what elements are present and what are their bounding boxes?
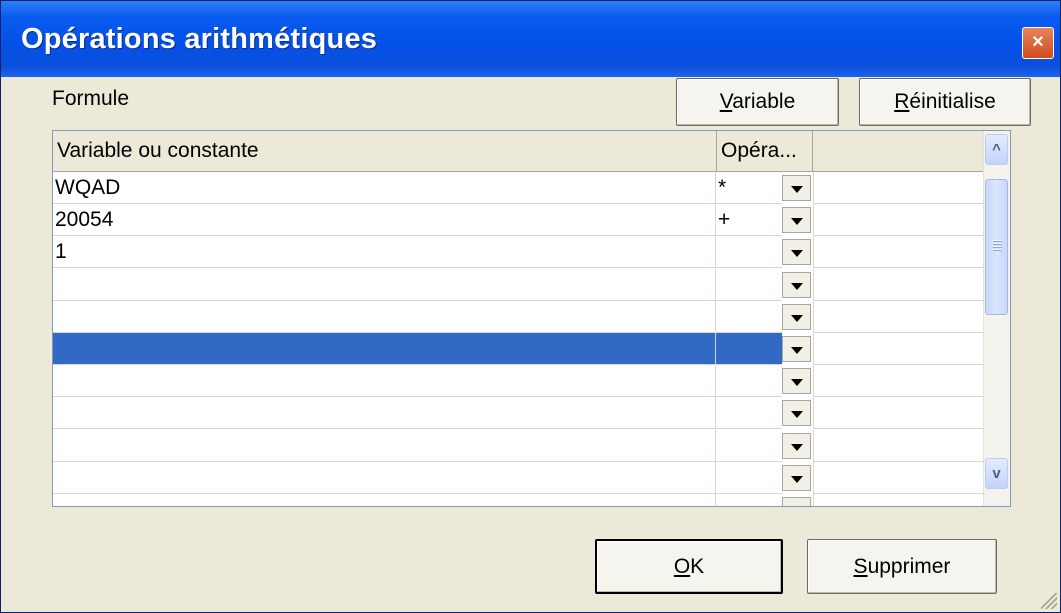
extra-cell: [813, 268, 986, 301]
grip-icon: [993, 240, 1002, 252]
formule-label: Formule: [52, 87, 130, 110]
column-header-variable[interactable]: Variable ou constante: [53, 131, 717, 172]
variable-cell[interactable]: [53, 494, 716, 506]
extra-cell: [813, 300, 986, 333]
variable-button[interactable]: Variable: [676, 78, 839, 126]
variable-cell[interactable]: [53, 268, 716, 301]
variable-cell[interactable]: [53, 333, 716, 365]
extra-cell: [813, 236, 986, 269]
operation-dropdown-button[interactable]: [782, 239, 811, 266]
operation-dropdown-button[interactable]: [782, 400, 811, 427]
extra-cell: [813, 204, 986, 237]
operation-dropdown-button[interactable]: [782, 336, 811, 362]
variable-cell[interactable]: [53, 461, 716, 494]
ok-button[interactable]: OK: [595, 539, 783, 594]
operation-dropdown-button[interactable]: [782, 432, 811, 459]
scroll-up-button[interactable]: ^: [985, 134, 1008, 165]
scroll-down-button[interactable]: v: [985, 458, 1008, 489]
variable-cell[interactable]: [53, 429, 716, 462]
table-row[interactable]: 20054 +: [53, 204, 986, 237]
operation-cell[interactable]: [716, 365, 782, 398]
variable-cell[interactable]: 20054: [53, 204, 716, 237]
formula-grid[interactable]: Variable ou constante Opéra... WQAD * 2005…: [52, 130, 1011, 507]
operation-dropdown-button[interactable]: [782, 464, 811, 491]
chevron-up-icon: ^: [992, 141, 1001, 158]
window-title: Opérations arithmétiques: [21, 23, 378, 55]
table-row[interactable]: [53, 333, 986, 365]
variable-cell[interactable]: WQAD: [53, 172, 716, 204]
scroll-thumb[interactable]: [985, 179, 1008, 315]
operation-cell[interactable]: [716, 430, 782, 462]
extra-cell: [813, 333, 986, 365]
variable-cell[interactable]: [53, 365, 716, 398]
reinitialise-label: éinitialise: [909, 90, 996, 113]
operation-dropdown-button[interactable]: [782, 271, 811, 298]
extra-cell: [813, 172, 986, 204]
resize-grip-icon[interactable]: [1041, 593, 1057, 609]
title-bar[interactable]: Opérations arithmétiques ×: [1, 1, 1060, 77]
table-row[interactable]: [53, 429, 986, 462]
table-row[interactable]: [53, 397, 986, 430]
table-row[interactable]: [53, 268, 986, 301]
variable-cell[interactable]: [53, 397, 716, 430]
table-row[interactable]: [53, 365, 986, 398]
operation-cell[interactable]: [716, 269, 782, 301]
supprimer-button[interactable]: Supprimer: [807, 539, 997, 594]
extra-cell: [813, 494, 986, 506]
extra-cell: [813, 397, 986, 430]
vertical-scrollbar[interactable]: ^ v: [983, 131, 1010, 506]
operation-dropdown-button[interactable]: [782, 497, 811, 506]
operation-cell[interactable]: [716, 462, 782, 494]
close-button[interactable]: ×: [1022, 27, 1054, 59]
operation-cell[interactable]: [716, 494, 782, 506]
operation-dropdown-button[interactable]: [782, 303, 811, 330]
reinitialise-mnemonic: R: [894, 90, 910, 113]
operation-cell[interactable]: +: [716, 204, 782, 237]
supprimer-label: upprimer: [867, 555, 951, 578]
extra-cell: [813, 429, 986, 462]
column-header-empty: [813, 131, 986, 172]
operation-cell[interactable]: [716, 333, 782, 365]
extra-cell: [813, 365, 986, 398]
ok-mnemonic: O: [673, 555, 691, 578]
variable-cell[interactable]: [53, 300, 716, 333]
operation-cell[interactable]: [716, 397, 782, 430]
dialog-window: Opérations arithmétiques × Formule Varia…: [0, 0, 1061, 613]
operation-cell[interactable]: *: [716, 172, 782, 204]
variable-cell[interactable]: 1: [53, 236, 716, 269]
operation-dropdown-button[interactable]: [782, 207, 811, 234]
variable-label: ariable: [732, 90, 796, 113]
table-row[interactable]: WQAD *: [53, 172, 986, 204]
variable-mnemonic: V: [719, 90, 733, 113]
extra-cell: [813, 461, 986, 494]
table-row[interactable]: [53, 300, 986, 333]
table-row[interactable]: 1: [53, 236, 986, 269]
operation-cell[interactable]: [716, 236, 782, 269]
column-header-operation[interactable]: Opéra...: [717, 131, 813, 172]
chevron-down-icon: v: [992, 465, 1001, 482]
supprimer-mnemonic: S: [853, 555, 868, 578]
ok-label: K: [690, 555, 705, 578]
table-row[interactable]: [53, 461, 986, 494]
operation-cell[interactable]: [716, 301, 782, 333]
reinitialise-button[interactable]: Réinitialise: [859, 78, 1031, 126]
operation-dropdown-button[interactable]: [782, 368, 811, 395]
table-row[interactable]: [53, 494, 986, 506]
operation-dropdown-button[interactable]: [782, 175, 811, 201]
